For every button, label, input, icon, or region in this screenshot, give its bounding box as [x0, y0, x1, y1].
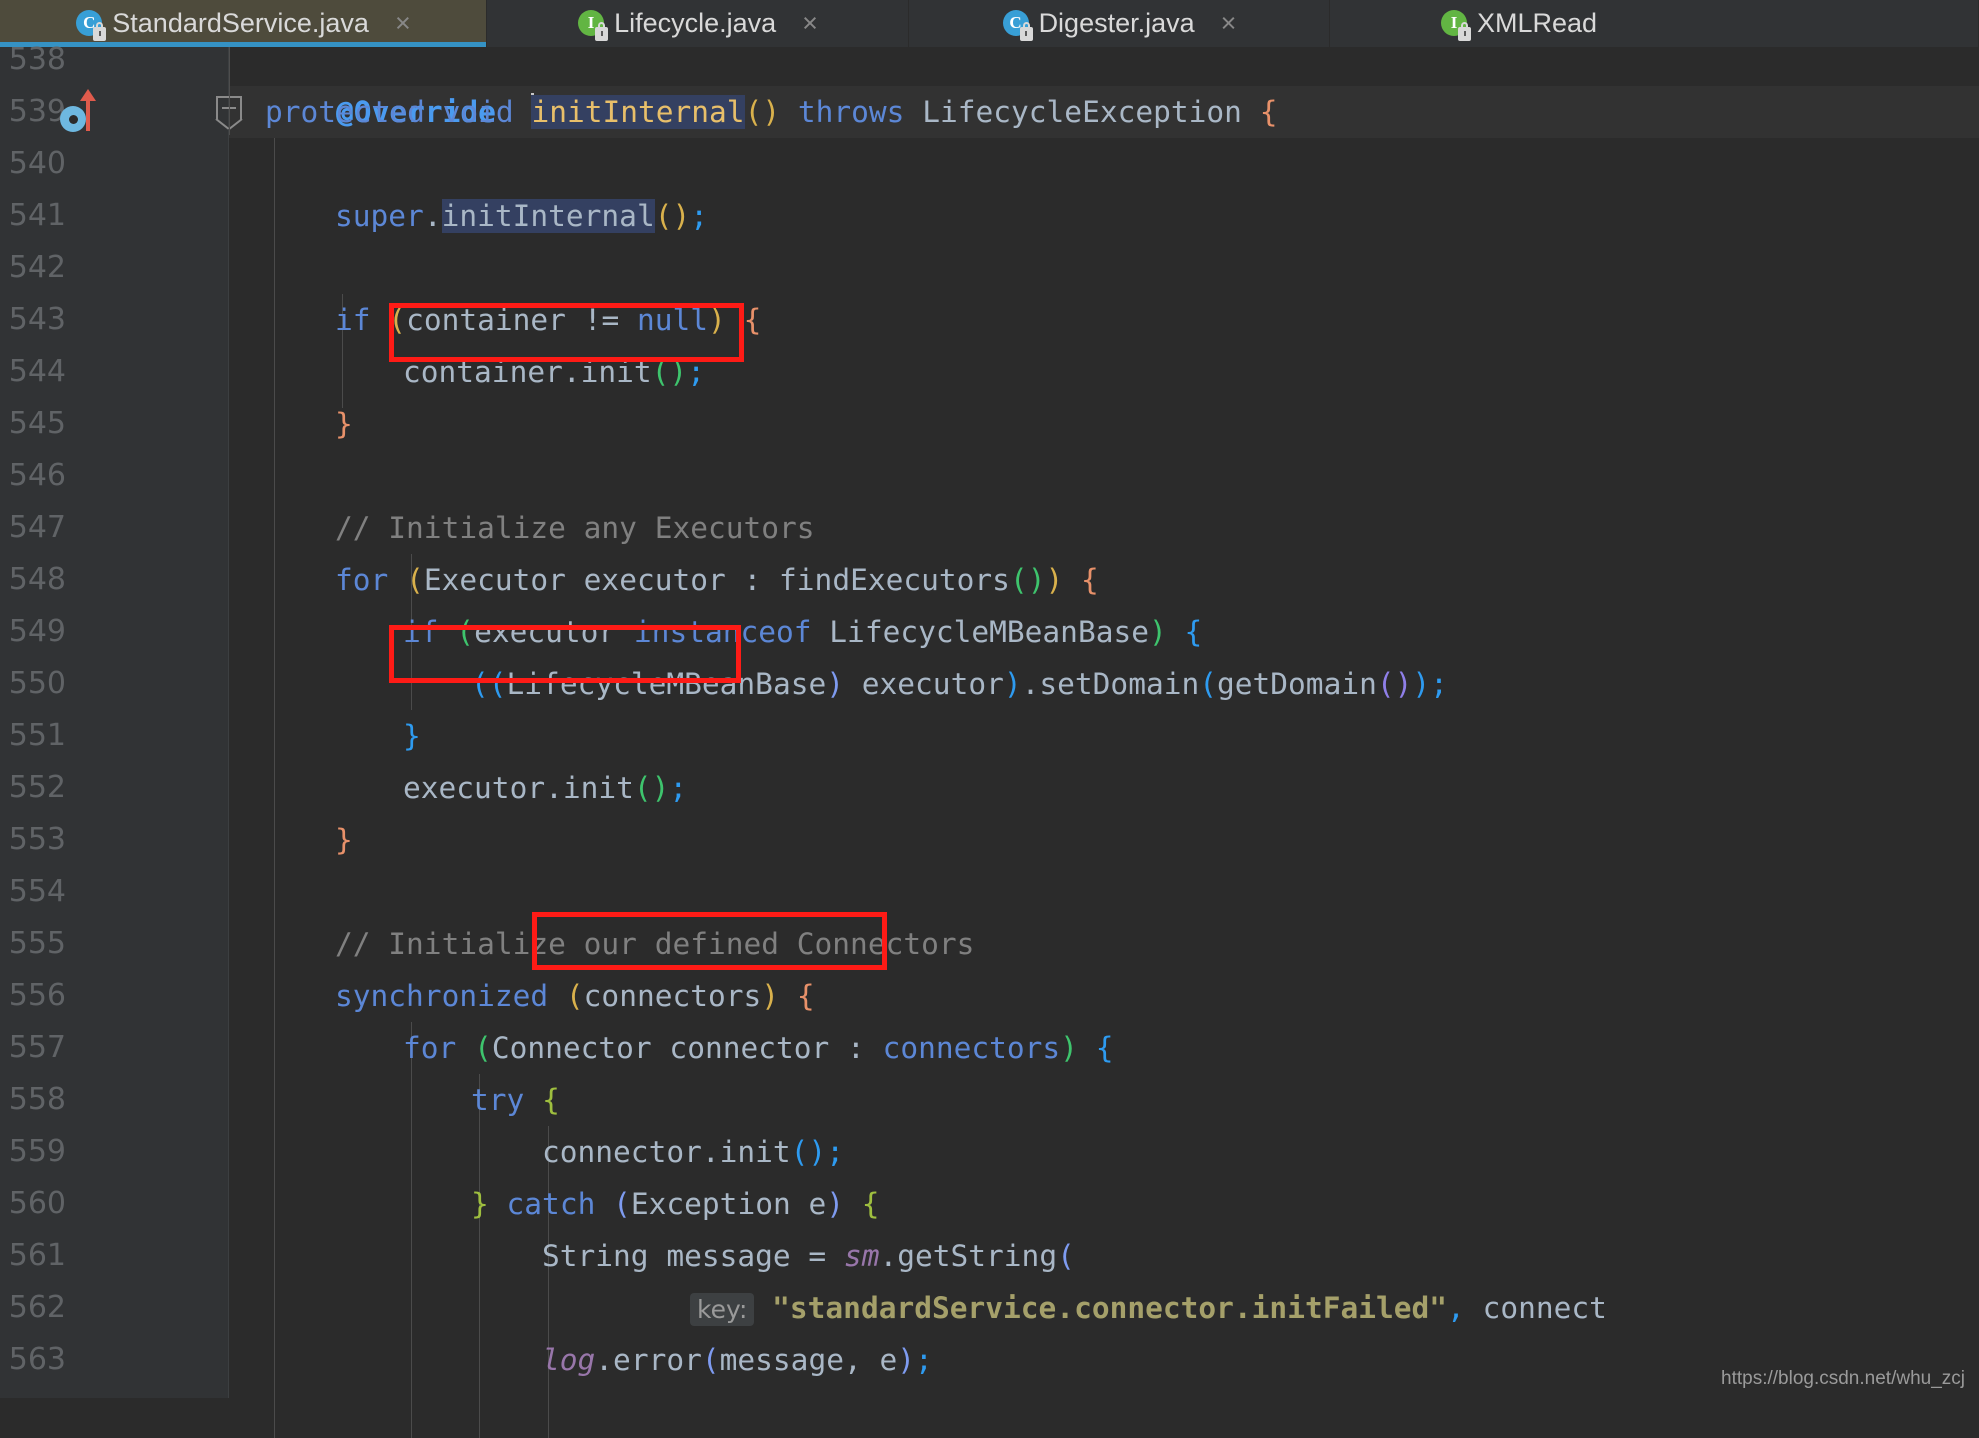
java-class-icon: C — [75, 9, 107, 41]
method-name-initinternal: initInternal — [531, 95, 745, 129]
close-icon[interactable]: × — [802, 10, 818, 37]
code-line-560[interactable]: } catch (Exception e) { — [471, 1178, 880, 1230]
indent-guide — [479, 1074, 480, 1438]
code-line-543[interactable]: if (container != null) { — [335, 294, 761, 346]
editor-tab-xmlreader[interactable]: I XMLRead — [1330, 0, 1979, 47]
close-icon[interactable]: × — [395, 10, 411, 37]
comment-initialize-executors: // Initialize any Executors — [335, 511, 815, 545]
line-number: 541 — [8, 198, 66, 233]
lock-icon — [93, 21, 107, 41]
code-line-545[interactable]: } — [335, 398, 353, 450]
line-number: 538 — [8, 42, 66, 77]
code-editor[interactable]: 538 539 540 541 542 543 544 545 546 547 … — [0, 42, 1979, 1438]
code-line-550[interactable]: ((LifecycleMBeanBase) executor).setDomai… — [471, 658, 1448, 710]
line-number: 546 — [8, 458, 66, 493]
line-number: 543 — [8, 302, 66, 337]
code-line-561[interactable]: String message = sm.getString( — [542, 1230, 1075, 1282]
code-line-563[interactable]: log.error(message, e); — [542, 1334, 933, 1386]
editor-tab-label: Lifecycle.java — [614, 8, 777, 38]
indent-guide — [274, 138, 275, 1438]
code-line-544[interactable]: container.init(); — [403, 346, 705, 398]
gutter-divider — [228, 47, 229, 1398]
code-line-539[interactable]: protected void initInternal() throws Lif… — [265, 86, 1277, 138]
editor-tab-digester[interactable]: C Digester.java × — [909, 0, 1330, 47]
line-number: 562 — [8, 1290, 66, 1325]
line-number: 545 — [8, 406, 66, 441]
line-number: 540 — [8, 146, 66, 181]
line-number: 552 — [8, 770, 66, 805]
line-number: 551 — [8, 718, 66, 753]
watermark: https://blog.csdn.net/whu_zcj — [1721, 1368, 1965, 1389]
line-number: 555 — [8, 926, 66, 961]
line-number: 561 — [8, 1238, 66, 1273]
line-number: 558 — [8, 1082, 66, 1117]
line-number: 559 — [8, 1134, 66, 1169]
line-number: 548 — [8, 562, 66, 597]
line-number: 553 — [8, 822, 66, 857]
line-number: 544 — [8, 354, 66, 389]
code-line-541[interactable]: super.initInternal(); — [335, 190, 708, 242]
close-icon[interactable]: × — [1221, 10, 1237, 37]
code-line-538[interactable]: @Override — [265, 34, 496, 129]
lock-icon — [595, 21, 609, 41]
code-line-547[interactable]: // Initialize any Executors — [335, 502, 815, 554]
line-number: 557 — [8, 1030, 66, 1065]
indent-guide — [411, 1022, 412, 1438]
code-line-562[interactable]: key: "standardService.connector.initFail… — [690, 1282, 1607, 1334]
code-line-553[interactable]: } — [335, 814, 353, 866]
code-line-552[interactable]: executor.init(); — [403, 762, 687, 814]
line-number: 549 — [8, 614, 66, 649]
java-interface-icon: I — [577, 9, 609, 41]
code-line-556[interactable]: synchronized (connectors) { — [335, 970, 815, 1022]
line-number: 560 — [8, 1186, 66, 1221]
comment-initialize-connectors: // Initialize our defined Connectors — [335, 927, 975, 961]
line-number: 550 — [8, 666, 66, 701]
line-number: 563 — [8, 1342, 66, 1377]
editor-tab-label: XMLRead — [1477, 8, 1598, 38]
line-number: 542 — [8, 250, 66, 285]
editor-tab-label: Digester.java — [1038, 8, 1195, 38]
code-line-557[interactable]: for (Connector connector : connectors) { — [403, 1022, 1113, 1074]
java-interface-icon: I — [1440, 9, 1471, 41]
code-line-548[interactable]: for (Executor executor : findExecutors()… — [335, 554, 1099, 606]
inlay-parameter-hint-key: key: — [690, 1293, 755, 1326]
java-class-icon: C — [1002, 9, 1033, 41]
lock-icon — [1019, 21, 1033, 41]
fold-rail — [229, 47, 230, 135]
code-line-558[interactable]: try { — [471, 1074, 560, 1126]
code-line-555[interactable]: // Initialize our defined Connectors — [335, 918, 974, 970]
code-line-551[interactable]: } — [403, 710, 421, 762]
code-line-549[interactable]: if (executor instanceof LifecycleMBeanBa… — [403, 606, 1202, 658]
code-line-559[interactable]: connector.init(); — [542, 1126, 844, 1178]
editor-tab-lifecycle[interactable]: I Lifecycle.java × — [487, 0, 909, 47]
line-number: 554 — [8, 874, 66, 909]
string-literal-initfailed: "standardService.connector.initFailed" — [772, 1291, 1448, 1325]
line-number: 547 — [8, 510, 66, 545]
line-number: 556 — [8, 978, 66, 1013]
line-number: 539 — [8, 94, 66, 129]
lock-icon — [1458, 21, 1471, 41]
overriding-method-marker-icon[interactable] — [60, 89, 106, 140]
